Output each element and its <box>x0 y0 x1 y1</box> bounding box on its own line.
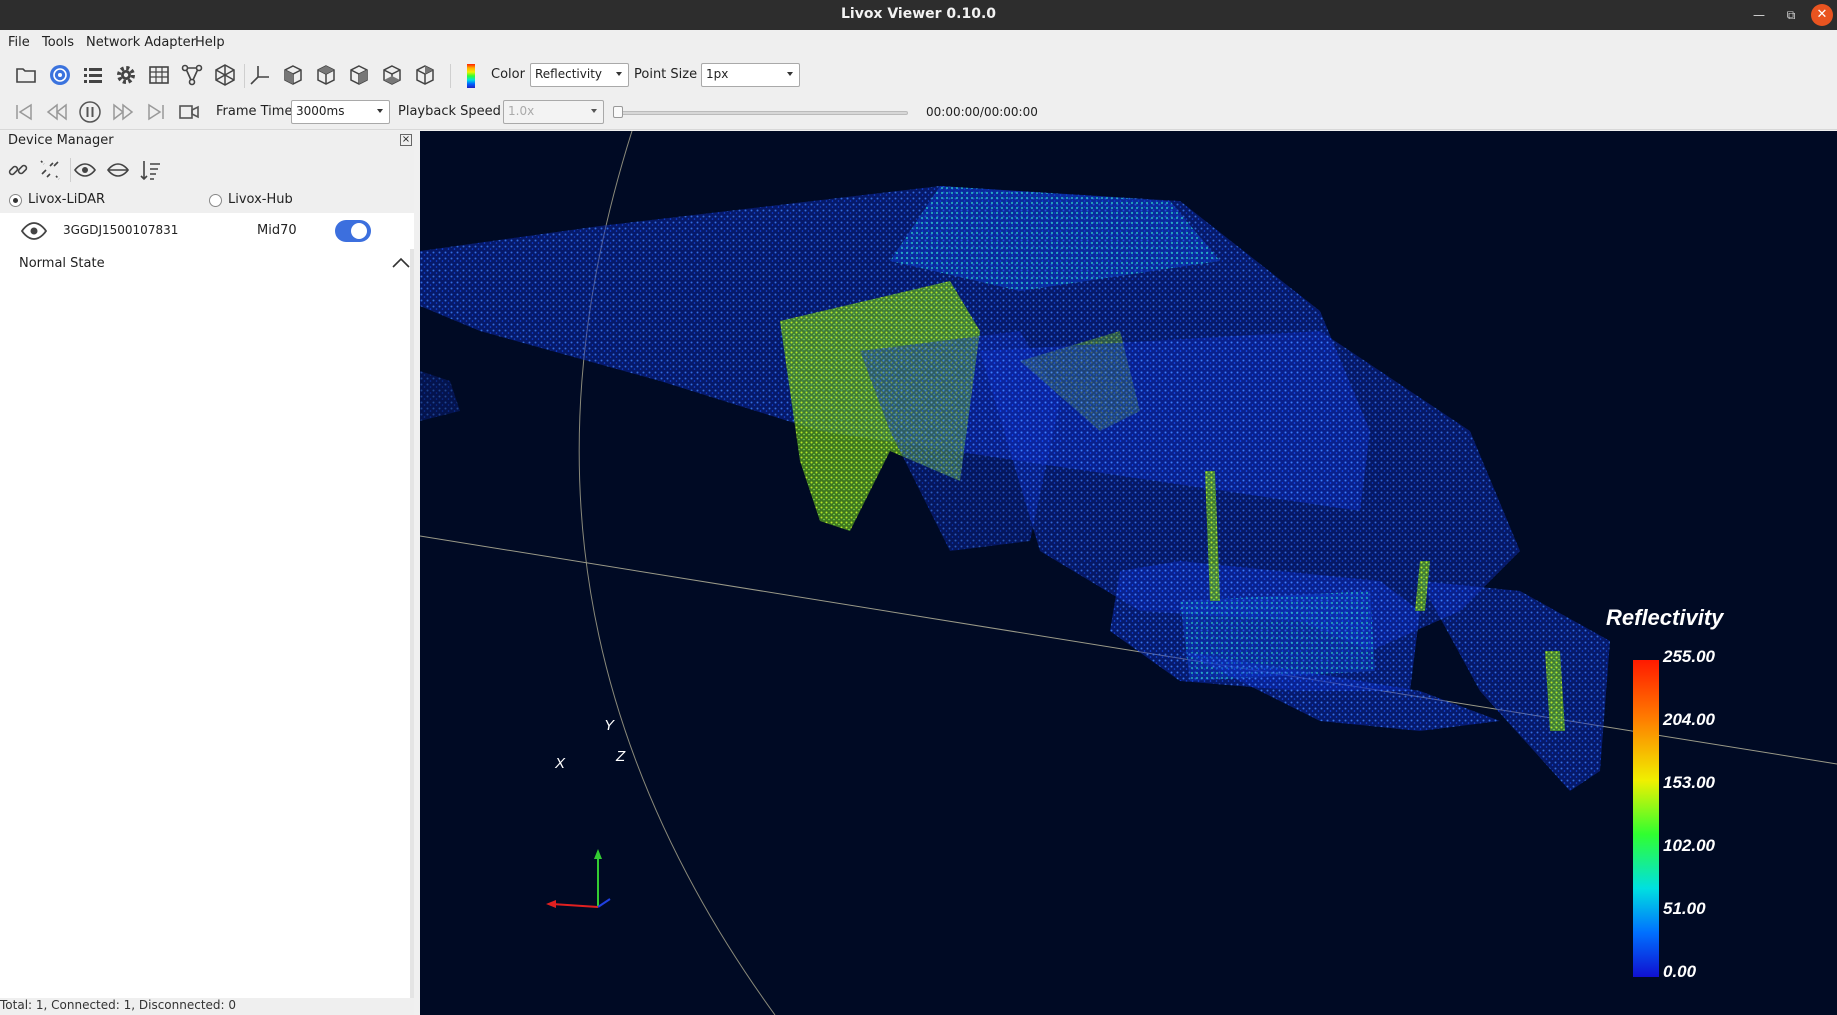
device-serial: 3GGDJ1500107831 <box>63 223 179 237</box>
point-size-value: 1px <box>706 67 729 81</box>
chevron-up-icon[interactable] <box>391 255 411 271</box>
point-cloud-render <box>420 131 1837 1015</box>
chevron-down-icon <box>616 72 622 76</box>
chevron-down-icon <box>591 109 597 113</box>
title-bar: Livox Viewer 0.10.0 — ⧉ ✕ <box>0 0 1837 30</box>
playback-speed-value: 1.0x <box>508 104 535 118</box>
legend-tick: 0.00 <box>1663 962 1697 981</box>
frame-time-label: Frame Time <box>216 104 293 119</box>
reflectivity-colorbar <box>1633 660 1659 977</box>
cube-side-icon[interactable] <box>312 61 340 89</box>
device-type-selector: Livox-LiDAR Livox-Hub <box>0 189 414 213</box>
legend-tick: 255.00 <box>1663 647 1715 666</box>
chevron-down-icon <box>787 72 793 76</box>
toolbar-separator <box>244 64 245 88</box>
device-manager-toolbar <box>0 151 414 189</box>
radio-livox-lidar[interactable] <box>9 194 22 207</box>
playback-slider-handle[interactable] <box>613 106 623 118</box>
device-model: Mid70 <box>257 223 297 238</box>
color-scale-icon <box>467 64 475 88</box>
x-axis-label: X <box>555 755 566 772</box>
legend-tick: 204.00 <box>1663 710 1715 729</box>
cube-front-icon[interactable] <box>279 61 307 89</box>
gear-icon[interactable] <box>112 61 140 89</box>
main-toolbar: Color Reflectivity Point Size 1px <box>0 56 1837 94</box>
minimize-icon[interactable]: — <box>1748 4 1770 26</box>
toolbar-separator <box>450 64 451 88</box>
rewind-icon[interactable] <box>43 98 71 126</box>
cube-top-icon[interactable] <box>411 61 439 89</box>
menu-tools[interactable]: Tools <box>42 35 74 50</box>
legend-title: Reflectivity <box>1606 605 1724 630</box>
device-status-bar: Total: 1, Connected: 1, Disconnected: 0 <box>0 998 414 1015</box>
video-camera-icon[interactable] <box>175 98 203 126</box>
playback-progress-slider[interactable] <box>618 111 908 115</box>
fast-forward-icon[interactable] <box>109 98 137 126</box>
menu-network-adapter[interactable]: Network Adapter <box>86 35 196 50</box>
cube-back-icon[interactable] <box>378 61 406 89</box>
cube-right-icon[interactable] <box>345 61 373 89</box>
frame-time-value: 3000ms <box>296 104 345 118</box>
color-mode-select[interactable]: Reflectivity <box>530 63 629 87</box>
playback-toolbar: Frame Time 3000ms Playback Speed 1.0x 00… <box>0 94 1837 130</box>
list-icon[interactable] <box>79 61 107 89</box>
orientation-axes <box>546 849 611 908</box>
color-label: Color <box>491 67 525 82</box>
sort-list-icon[interactable] <box>137 156 165 184</box>
hide-icon[interactable] <box>104 156 132 184</box>
lidar-radar-icon[interactable] <box>46 61 74 89</box>
point-cloud <box>420 186 1610 791</box>
playback-time: 00:00:00/00:00:00 <box>926 105 1038 119</box>
window-title: Livox Viewer 0.10.0 <box>840 6 997 22</box>
pause-icon[interactable] <box>76 98 104 126</box>
radio-livox-lidar-label: Livox-LiDAR <box>28 192 106 207</box>
device-state-row[interactable]: Normal State <box>0 249 414 277</box>
eye-icon[interactable] <box>20 219 48 243</box>
legend-tick: 51.00 <box>1663 899 1706 918</box>
chevron-down-icon <box>377 109 383 113</box>
device-manager-header: Device Manager × <box>0 131 414 151</box>
skip-end-icon[interactable] <box>142 98 170 126</box>
close-icon[interactable]: ✕ <box>1811 4 1833 26</box>
device-summary: Total: 1, Connected: 1, Disconnected: 0 <box>0 998 237 1012</box>
point-cloud-viewport[interactable]: Y X Z Reflectivity 255.00 204.00 153.00 … <box>420 131 1837 1015</box>
unlink-icon[interactable] <box>36 156 64 184</box>
legend-tick: 153.00 <box>1663 773 1715 792</box>
device-state-label: Normal State <box>19 256 105 271</box>
graph-nodes-icon[interactable] <box>178 61 206 89</box>
link-icon[interactable] <box>4 156 32 184</box>
skip-start-icon[interactable] <box>10 98 38 126</box>
z-axis-label: Z <box>616 748 626 765</box>
maximize-icon[interactable]: ⧉ <box>1780 4 1802 26</box>
axes-icon[interactable] <box>246 61 274 89</box>
eye-icon[interactable] <box>71 156 99 184</box>
radio-livox-hub[interactable] <box>209 194 222 207</box>
point-size-select[interactable]: 1px <box>701 63 800 87</box>
device-manager-panel: Device Manager × Livox-LiDAR Livox-Hub 3… <box>0 131 414 1015</box>
legend-tick: 102.00 <box>1663 836 1715 855</box>
playback-speed-select[interactable]: 1.0x <box>503 100 604 124</box>
device-list-item[interactable]: 3GGDJ1500107831 Mid70 <box>0 213 414 249</box>
device-manager-title: Device Manager <box>8 133 114 148</box>
menu-bar: File Tools Network Adapter Help <box>0 30 1837 56</box>
close-icon[interactable]: × <box>400 134 412 146</box>
color-mode-value: Reflectivity <box>535 67 603 81</box>
playback-speed-label: Playback Speed <box>398 104 501 119</box>
frame-time-select[interactable]: 3000ms <box>291 100 390 124</box>
cube-wire-icon[interactable] <box>211 61 239 89</box>
livox-viewer-window: Livox Viewer 0.10.0 — ⧉ ✕ File Tools Net… <box>0 0 1837 1015</box>
point-size-label: Point Size <box>634 67 698 82</box>
menu-help[interactable]: Help <box>195 35 225 50</box>
table-icon[interactable] <box>145 61 173 89</box>
menu-file[interactable]: File <box>8 35 30 50</box>
open-folder-icon[interactable] <box>12 61 40 89</box>
device-enable-toggle[interactable] <box>335 220 371 242</box>
y-axis-label: Y <box>604 717 615 734</box>
radio-livox-hub-label: Livox-Hub <box>228 192 293 207</box>
